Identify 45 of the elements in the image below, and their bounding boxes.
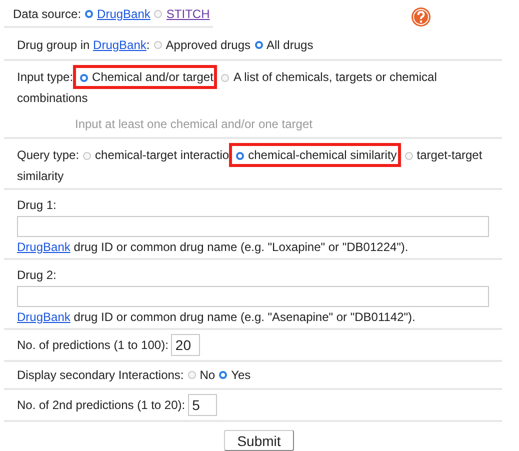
radio-button[interactable] — [154, 41, 162, 49]
help-text: DrugBank drug ID or common drug name (e.g. "Asenapine" or "DB01142"). — [17, 309, 416, 326]
source-link[interactable]: STITCH — [166, 5, 210, 23]
field-label: Display secondary Interactions: — [17, 367, 184, 384]
drug-field[interactable] — [17, 216, 489, 237]
option-label: Approved drugs — [166, 37, 250, 54]
field-label: Query type: — [17, 148, 80, 162]
option-label: No — [200, 367, 216, 384]
field-label: No. of predictions (1 to 100): — [17, 337, 168, 354]
radio-button[interactable] — [188, 371, 196, 379]
help-text: DrugBank drug ID or common drug name (e.g. "Loxapine" or "DB01224"). — [17, 239, 408, 256]
drugbank-link[interactable]: DrugBank — [17, 240, 70, 254]
option-label: All drugs — [266, 37, 314, 54]
source-link[interactable]: DrugBank — [97, 5, 150, 23]
radio-button[interactable] — [404, 152, 413, 160]
option-label: target-target — [416, 148, 482, 162]
number-field[interactable]: 20 — [171, 334, 200, 356]
radio-button[interactable] — [154, 10, 162, 18]
field-label: Drug group in DrugBank: — [17, 37, 150, 54]
option-label: chemical-chemical similarity — [248, 148, 397, 162]
hint-text: Input at least one chemical and/or one target — [75, 116, 312, 133]
option-label: A list of chemicals, targets or chemical — [233, 70, 437, 84]
option-label: Yes — [231, 367, 251, 384]
radio-button[interactable] — [236, 152, 244, 160]
field-label: No. of 2nd predictions (1 to 20): — [17, 397, 186, 414]
option-label: chemical-target interactio — [95, 148, 230, 162]
help-icon[interactable] — [410, 7, 431, 27]
radio-button[interactable] — [221, 74, 230, 82]
radio-button[interactable] — [219, 371, 228, 379]
radio-button[interactable] — [83, 152, 92, 160]
field-label: Input type: — [17, 70, 74, 84]
field-label: Drug 2: — [17, 267, 56, 284]
radio-button[interactable] — [85, 10, 94, 18]
option-label: combinations — [17, 90, 88, 107]
field-label: Data source: — [13, 6, 82, 23]
drugbank-link[interactable]: DrugBank — [17, 310, 70, 324]
option-label: Chemical and/or target — [92, 70, 214, 84]
drug-field[interactable] — [17, 286, 489, 307]
option-label: similarity — [17, 168, 64, 185]
number-field[interactable]: 5 — [188, 394, 218, 416]
drugbank-link[interactable]: DrugBank — [93, 38, 146, 52]
submit-button[interactable]: Submit — [224, 430, 294, 451]
radio-button[interactable] — [254, 41, 262, 49]
radio-button[interactable] — [80, 74, 88, 82]
field-label: Drug 1: — [17, 197, 56, 214]
